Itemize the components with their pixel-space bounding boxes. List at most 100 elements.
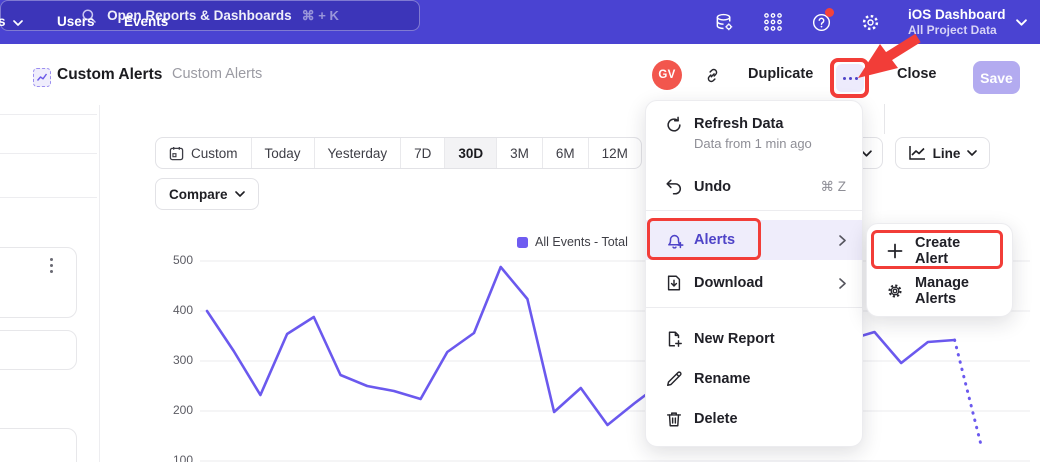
chevron-right-icon <box>839 278 846 289</box>
date-range-30d-active[interactable]: 30D <box>445 138 497 168</box>
y-axis-tick: 400 <box>158 303 193 318</box>
menu-item-label: Refresh Data <box>694 116 783 132</box>
help-icon[interactable] <box>809 10 833 34</box>
breadcrumb: Custom Alerts <box>172 44 262 105</box>
menu-item-alerts[interactable]: Alerts <box>646 220 862 260</box>
trash-icon <box>664 409 684 429</box>
sidebar-card[interactable] <box>0 428 77 462</box>
alerts-submenu: Create Alert Manage Alerts <box>866 223 1013 317</box>
menu-item-label: Download <box>694 275 763 291</box>
compare-button[interactable]: Compare <box>155 178 259 210</box>
plus-icon <box>885 241 905 261</box>
submenu-item-manage-alerts[interactable]: Manage Alerts <box>867 271 1012 311</box>
dashboard-title: iOS Dashboard <box>908 7 1006 23</box>
date-range-label: 3M <box>510 146 529 161</box>
settings-gear-icon[interactable] <box>858 10 882 34</box>
line-chart-icon <box>908 145 926 161</box>
menu-item-label: Rename <box>694 371 750 387</box>
legend-label: All Events - Total <box>535 235 628 249</box>
menu-item-shortcut: ⌘ Z <box>821 179 847 195</box>
date-range-label: 6M <box>556 146 575 161</box>
chevron-down-icon <box>13 20 23 26</box>
date-range-label: Yesterday <box>328 146 388 161</box>
chart-type-button[interactable]: Line <box>895 137 990 169</box>
menu-item-sublabel: Data from 1 min ago <box>694 136 812 151</box>
calendar-icon <box>169 146 184 161</box>
copy-link-button[interactable] <box>701 64 723 86</box>
app-window: 500 400 300 200 100 All Events - Total C… <box>0 0 1040 462</box>
divider <box>884 104 885 134</box>
refresh-icon <box>664 115 684 135</box>
download-icon <box>664 273 684 293</box>
menu-item-label: Delete <box>694 411 738 427</box>
more-options-button[interactable] <box>836 64 864 92</box>
project-subtitle: All Project Data <box>908 23 1006 37</box>
notification-dot <box>825 8 834 17</box>
date-range-label: Custom <box>191 146 238 161</box>
menu-divider <box>646 307 862 308</box>
report-header: Custom Alerts Custom Alerts GV Duplicate… <box>0 44 1040 105</box>
date-range-yesterday[interactable]: Yesterday <box>315 138 402 168</box>
chevron-down-icon <box>235 191 245 197</box>
sidebar-divider <box>0 197 97 198</box>
submenu-item-label: Create Alert <box>915 235 996 267</box>
menu-item-new-report[interactable]: New Report <box>646 319 862 359</box>
date-range-3m[interactable]: 3M <box>497 138 543 168</box>
chevron-down-icon <box>967 150 977 156</box>
menu-item-undo[interactable]: Undo ⌘ Z <box>646 167 862 207</box>
menu-divider <box>646 210 862 211</box>
save-button[interactable]: Save <box>973 61 1020 94</box>
sidebar-divider <box>0 153 97 154</box>
duplicate-button[interactable]: Duplicate <box>748 44 813 105</box>
date-range-label: 12M <box>602 146 628 161</box>
report-type-badge <box>33 68 51 87</box>
menu-item-download[interactable]: Download <box>646 263 862 303</box>
y-axis-tick: 100 <box>158 453 193 462</box>
sidebar-card[interactable] <box>0 247 77 318</box>
compare-label: Compare <box>169 187 228 202</box>
gear-icon <box>885 281 905 301</box>
search-shortcut: ⌘ + K <box>302 8 339 24</box>
nav-item-events[interactable]: Events <box>124 0 168 44</box>
date-range-label: 30D <box>458 146 483 161</box>
y-axis-tick: 200 <box>158 403 193 418</box>
menu-item-delete[interactable]: Delete <box>646 399 862 439</box>
menu-item-label: Undo <box>694 179 731 195</box>
date-range-12m[interactable]: 12M <box>589 138 641 168</box>
menu-item-label: New Report <box>694 331 775 347</box>
nav-item-users[interactable]: Users <box>57 0 95 44</box>
sidebar-border <box>99 105 100 462</box>
menu-item-rename[interactable]: Rename <box>646 359 862 399</box>
project-switcher[interactable]: iOS Dashboard All Project Data <box>908 0 1027 44</box>
insights-chart-icon <box>36 72 48 83</box>
chart-type-label: Line <box>933 146 961 161</box>
link-icon <box>703 66 722 85</box>
chart-legend: All Events - Total <box>517 235 628 249</box>
date-range-selector: Custom Today Yesterday 7D 30D 3M 6M 12M <box>155 137 642 169</box>
more-options-menu: Refresh Data Data from 1 min ago Undo ⌘ … <box>645 100 863 447</box>
pencil-icon <box>664 369 684 389</box>
sidebar-card[interactable] <box>0 330 77 370</box>
top-navbar: s Users Events Open Reports & Dashboards… <box>0 0 1040 44</box>
submenu-item-create-alert[interactable]: Create Alert <box>867 231 1012 271</box>
y-axis-tick: 300 <box>158 353 193 368</box>
bell-plus-icon <box>664 230 684 250</box>
nav-partial-label: s <box>0 0 6 44</box>
close-button[interactable]: Close <box>897 44 937 105</box>
undo-icon <box>664 177 684 197</box>
sidebar-divider <box>0 114 97 115</box>
date-range-today[interactable]: Today <box>252 138 315 168</box>
menu-item-refresh-data[interactable]: Refresh Data Data from 1 min ago <box>646 111 862 159</box>
date-range-7d[interactable]: 7D <box>401 138 445 168</box>
avatar[interactable]: GV <box>652 60 682 90</box>
date-range-custom[interactable]: Custom <box>156 138 252 168</box>
date-range-label: Today <box>265 146 301 161</box>
nav-item-boards-partial[interactable]: s <box>0 0 23 44</box>
menu-item-label: Alerts <box>694 232 735 248</box>
date-range-6m[interactable]: 6M <box>543 138 589 168</box>
submenu-item-label: Manage Alerts <box>915 275 996 307</box>
apps-grid-icon[interactable] <box>761 10 785 34</box>
date-range-label: 7D <box>414 146 431 161</box>
kebab-menu-icon[interactable] <box>50 258 53 273</box>
data-management-icon[interactable] <box>712 10 736 34</box>
